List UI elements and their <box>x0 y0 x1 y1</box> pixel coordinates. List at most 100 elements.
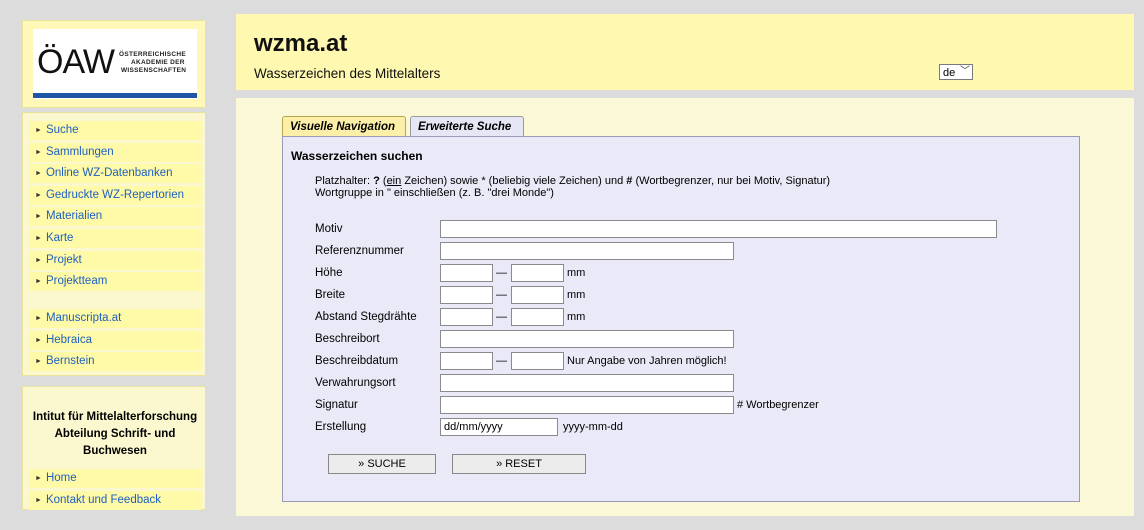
sidebar-item-manuscripta[interactable]: ► Manuscripta.at <box>29 309 201 328</box>
hint-text: Zeichen) sowie * (beliebig viele Zeichen… <box>404 175 624 187</box>
sidebar-item-sammlungen[interactable]: ► Sammlungen <box>29 142 201 162</box>
unit-mm: mm <box>567 289 586 301</box>
institute-panel: Intitut für Mittelalterforschung Abteilu… <box>22 386 206 510</box>
triangle-right-icon: ► <box>35 256 42 264</box>
breite-label: Breite <box>315 289 346 301</box>
sidebar-item-label: Hebraica <box>45 333 92 346</box>
hint-text: ? <box>373 175 380 187</box>
beschreibort-label: Beschreibort <box>315 333 380 345</box>
hoehe-from-input[interactable] <box>440 264 493 282</box>
triangle-right-icon: ► <box>35 358 42 366</box>
abstand-to-input[interactable] <box>511 308 564 326</box>
sidebar-item-suche[interactable]: ► Suche <box>29 121 201 140</box>
sidebar-item-projekt[interactable]: ► Projekt <box>29 250 201 270</box>
sidebar-item-bernstein[interactable]: ► Bernstein <box>29 352 201 372</box>
hint-text: Platzhalter: <box>315 175 371 187</box>
sidebar-item-home[interactable]: ► Home <box>29 469 201 488</box>
institute-line: Intitut für Mittelalterforschung <box>32 411 198 423</box>
main-content: Visuelle Navigation Erweiterte Suche Was… <box>236 98 1134 516</box>
range-dash: — <box>496 267 507 279</box>
logo-subtext-line: WISSENSCHAFTEN <box>121 67 187 74</box>
sidebar-item-materialien[interactable]: ► Materialien <box>29 207 201 227</box>
verwahrungsort-input[interactable] <box>440 374 734 392</box>
triangle-right-icon: ► <box>35 234 42 242</box>
nav-list-secondary: ► Manuscripta.at ► Hebraica ► Bernstein <box>29 309 201 374</box>
hint-text: (Wortbegrenzer, nur bei Motiv, Signatur) <box>635 175 831 187</box>
sidebar-item-karte[interactable]: ► Karte <box>29 228 201 248</box>
sidebar-item-label: Kontakt und Feedback <box>45 493 162 506</box>
search-form: Wasserzeichen suchen Platzhalter: ? (ein… <box>282 136 1080 502</box>
tab-extended-search[interactable]: Erweiterte Suche <box>410 116 524 136</box>
tab-visual-navigation[interactable]: Visuelle Navigation <box>282 116 406 136</box>
logo-bar <box>33 93 197 98</box>
form-title: Wasserzeichen suchen <box>291 149 423 163</box>
sidebar-item-label: Materialien <box>45 210 103 223</box>
site-title[interactable]: wzma.at <box>254 30 347 58</box>
hint-text: # <box>626 175 633 187</box>
placeholder-hint: Platzhalter: ? (ein Zeichen) sowie * (be… <box>315 175 830 187</box>
sidebar-item-label: Home <box>45 472 77 484</box>
motiv-label: Motiv <box>315 223 343 235</box>
signatur-label: Signatur <box>315 399 358 411</box>
sidebar-item-hebraica[interactable]: ► Hebraica <box>29 330 201 350</box>
sidebar-item-label: Gedruckte WZ-Repertorien <box>45 188 184 201</box>
referenz-label: Referenznummer <box>315 245 404 257</box>
motiv-input[interactable] <box>440 220 997 238</box>
beschreibort-input[interactable] <box>440 330 734 348</box>
sidebar-item-label: Online WZ-Datenbanken <box>45 167 173 180</box>
sidebar-item-online-wz-datenbanken[interactable]: ► Online WZ-Datenbanken <box>29 164 201 184</box>
erstellung-label: Erstellung <box>315 421 367 433</box>
sidebar-item-label: Projektteam <box>45 275 108 288</box>
sidebar-item-label: Projekt <box>45 253 82 266</box>
abstand-from-input[interactable] <box>440 308 493 326</box>
unit-mm: mm <box>567 311 586 323</box>
verwahrungsort-label: Verwahrungsort <box>315 377 396 389</box>
search-button[interactable]: » SUCHE <box>328 454 436 474</box>
triangle-right-icon: ► <box>35 278 42 286</box>
institute-line: Buchwesen <box>83 445 147 457</box>
beschreibdatum-to-input[interactable] <box>511 352 564 370</box>
chevron-down-icon: ﹀ <box>960 66 970 77</box>
sidebar-item-label: Suche <box>45 124 79 136</box>
range-dash: — <box>496 311 507 323</box>
sidebar-item-gedruckte-wz-repertorien[interactable]: ► Gedruckte WZ-Repertorien <box>29 185 201 205</box>
site-subtitle: Wasserzeichen des Mittelalters <box>254 66 441 81</box>
hoehe-to-input[interactable] <box>511 264 564 282</box>
beschreibdatum-from-input[interactable] <box>440 352 493 370</box>
triangle-right-icon: ► <box>35 191 42 199</box>
range-dash: — <box>496 289 507 301</box>
logo-subtext: ÖSTERREICHISCHE AKADEMIE DER WISSENSCHAF… <box>119 51 186 75</box>
abstand-label: Abstand Stegdrähte <box>315 311 417 323</box>
language-select[interactable]: de ﹀ <box>939 64 973 80</box>
institute-line: Abteilung Schrift- und <box>54 428 176 440</box>
breite-from-input[interactable] <box>440 286 493 304</box>
erstellung-date-input[interactable]: dd/mm/yyyy <box>440 418 558 436</box>
hint-link[interactable]: ein <box>387 175 402 187</box>
date-format-hint: yyyy-mm-dd <box>563 421 623 433</box>
unit-mm: mm <box>567 267 586 279</box>
triangle-right-icon: ► <box>35 475 42 482</box>
breite-to-input[interactable] <box>511 286 564 304</box>
triangle-right-icon: ► <box>35 127 42 134</box>
sidebar-item-label: Karte <box>45 231 74 244</box>
oeaw-logo[interactable]: ÖAW ÖSTERREICHISCHE AKADEMIE DER WISSENS… <box>33 29 197 99</box>
triangle-right-icon: ► <box>35 336 42 344</box>
language-value: de <box>943 67 956 79</box>
beschreibdatum-label: Beschreibdatum <box>315 355 399 367</box>
sidebar-item-label: Sammlungen <box>45 145 114 158</box>
nav-list-main: ► Suche ► Sammlungen ► Online WZ-Datenbanke… <box>29 121 201 294</box>
institute-links: ► Home ► Kontakt und Feedback <box>29 469 201 512</box>
sidebar-item-kontakt[interactable]: ► Kontakt und Feedback <box>29 490 201 510</box>
hoehe-label: Höhe <box>315 267 343 279</box>
triangle-right-icon: ► <box>35 496 42 504</box>
triangle-right-icon: ► <box>35 213 42 221</box>
reset-button[interactable]: » RESET <box>452 454 586 474</box>
wortbegrenzer-note: # Wortbegrenzer <box>737 399 819 411</box>
triangle-right-icon: ► <box>35 148 42 156</box>
sidebar-nav: ► Suche ► Sammlungen ► Online WZ-Datenbanke… <box>22 112 206 376</box>
triangle-right-icon: ► <box>35 170 42 178</box>
signatur-input[interactable] <box>440 396 734 414</box>
referenz-input[interactable] <box>440 242 734 260</box>
range-dash: — <box>496 355 507 367</box>
sidebar-item-projektteam[interactable]: ► Projektteam <box>29 272 201 292</box>
